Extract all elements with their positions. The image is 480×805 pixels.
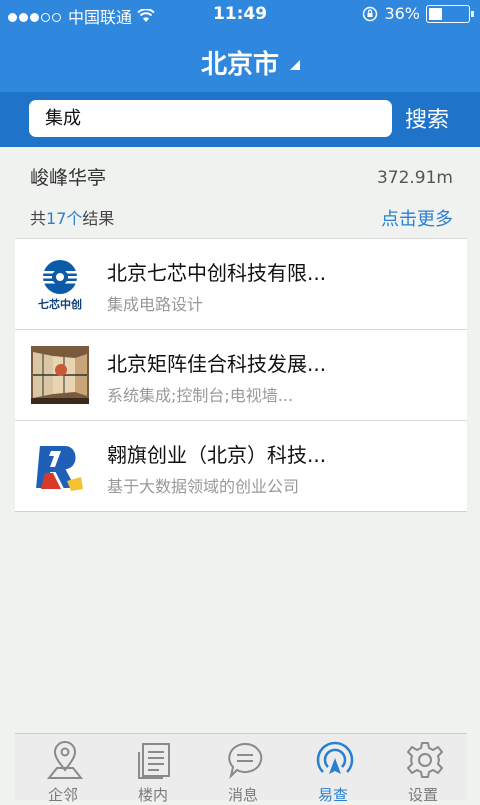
result-description: 系统集成;控制台;电视墙... (107, 386, 294, 405)
city-selector[interactable]: 北京市 (0, 44, 480, 81)
qixin-logo-icon: 七芯中创 (31, 255, 89, 313)
tab-label: 易查 (317, 786, 348, 804)
list-item[interactable]: 北京矩阵佳合科技发展... 系统集成;控制台;电视墙... (15, 330, 467, 421)
tab-label: 设置 (407, 786, 438, 804)
show-more-link[interactable]: 点击更多 (381, 205, 453, 231)
tab-label: 消息 (227, 786, 258, 804)
dropdown-triangle-icon[interactable] (290, 60, 300, 70)
result-list: 七芯中创 北京七芯中创科技有限... 集成电路设计 北京矩阵佳合科技发展... … (15, 239, 467, 512)
svg-text:七芯中创: 七芯中创 (38, 297, 82, 311)
chat-icon (228, 742, 263, 780)
tab-label: 企邻 (47, 786, 78, 804)
search-button[interactable]: 搜索 (405, 102, 449, 134)
result-count: 共17个结果 (30, 209, 115, 228)
gear-icon (407, 742, 443, 778)
result-title: 北京矩阵佳合科技发展... (107, 352, 327, 376)
tab-lounei[interactable]: 楼内 (108, 734, 198, 804)
list-item[interactable]: 翱旗创业（北京）科技... 基于大数据领域的创业公司 (15, 421, 467, 512)
result-title: 翱旗创业（北京）科技... (107, 443, 327, 467)
tab-xiaoxi[interactable]: 消息 (198, 734, 288, 804)
tab-label: 楼内 (137, 786, 168, 804)
tab-qilin[interactable]: 企邻 (18, 734, 108, 804)
tab-bar: 企邻 楼内 消息 易查 设置 (15, 733, 468, 804)
battery-percent: 36% (384, 4, 420, 23)
video-wall-photo-icon (31, 346, 89, 404)
status-bar: 中国联通 11:49 36% (0, 0, 480, 30)
location-header: 峻峰华亭 372.91m 共17个结果 点击更多 (15, 147, 467, 239)
tab-yicha[interactable]: 易查 (288, 734, 378, 804)
r-logo-icon (31, 437, 89, 495)
nav-bar: 北京市 (0, 30, 480, 92)
results-panel: 峻峰华亭 372.91m 共17个结果 点击更多 七芯中创 北京七芯中创科技有限… (15, 147, 467, 718)
search-input[interactable]: 集成 (29, 100, 392, 137)
location-name: 峻峰华亭 (30, 167, 107, 189)
orientation-lock-icon (363, 6, 378, 21)
document-icon (138, 743, 170, 779)
battery-icon (426, 4, 474, 23)
radar-icon (316, 741, 354, 774)
map-pin-icon (46, 741, 84, 779)
location-distance: 372.91m (376, 168, 453, 188)
list-item[interactable]: 七芯中创 北京七芯中创科技有限... 集成电路设计 (15, 239, 467, 330)
result-title: 北京七芯中创科技有限... (107, 261, 327, 285)
result-description: 基于大数据领域的创业公司 (107, 477, 300, 496)
result-description: 集成电路设计 (107, 295, 204, 314)
search-bar: 集成 搜索 (0, 92, 480, 147)
tab-shezhi[interactable]: 设置 (378, 734, 468, 804)
